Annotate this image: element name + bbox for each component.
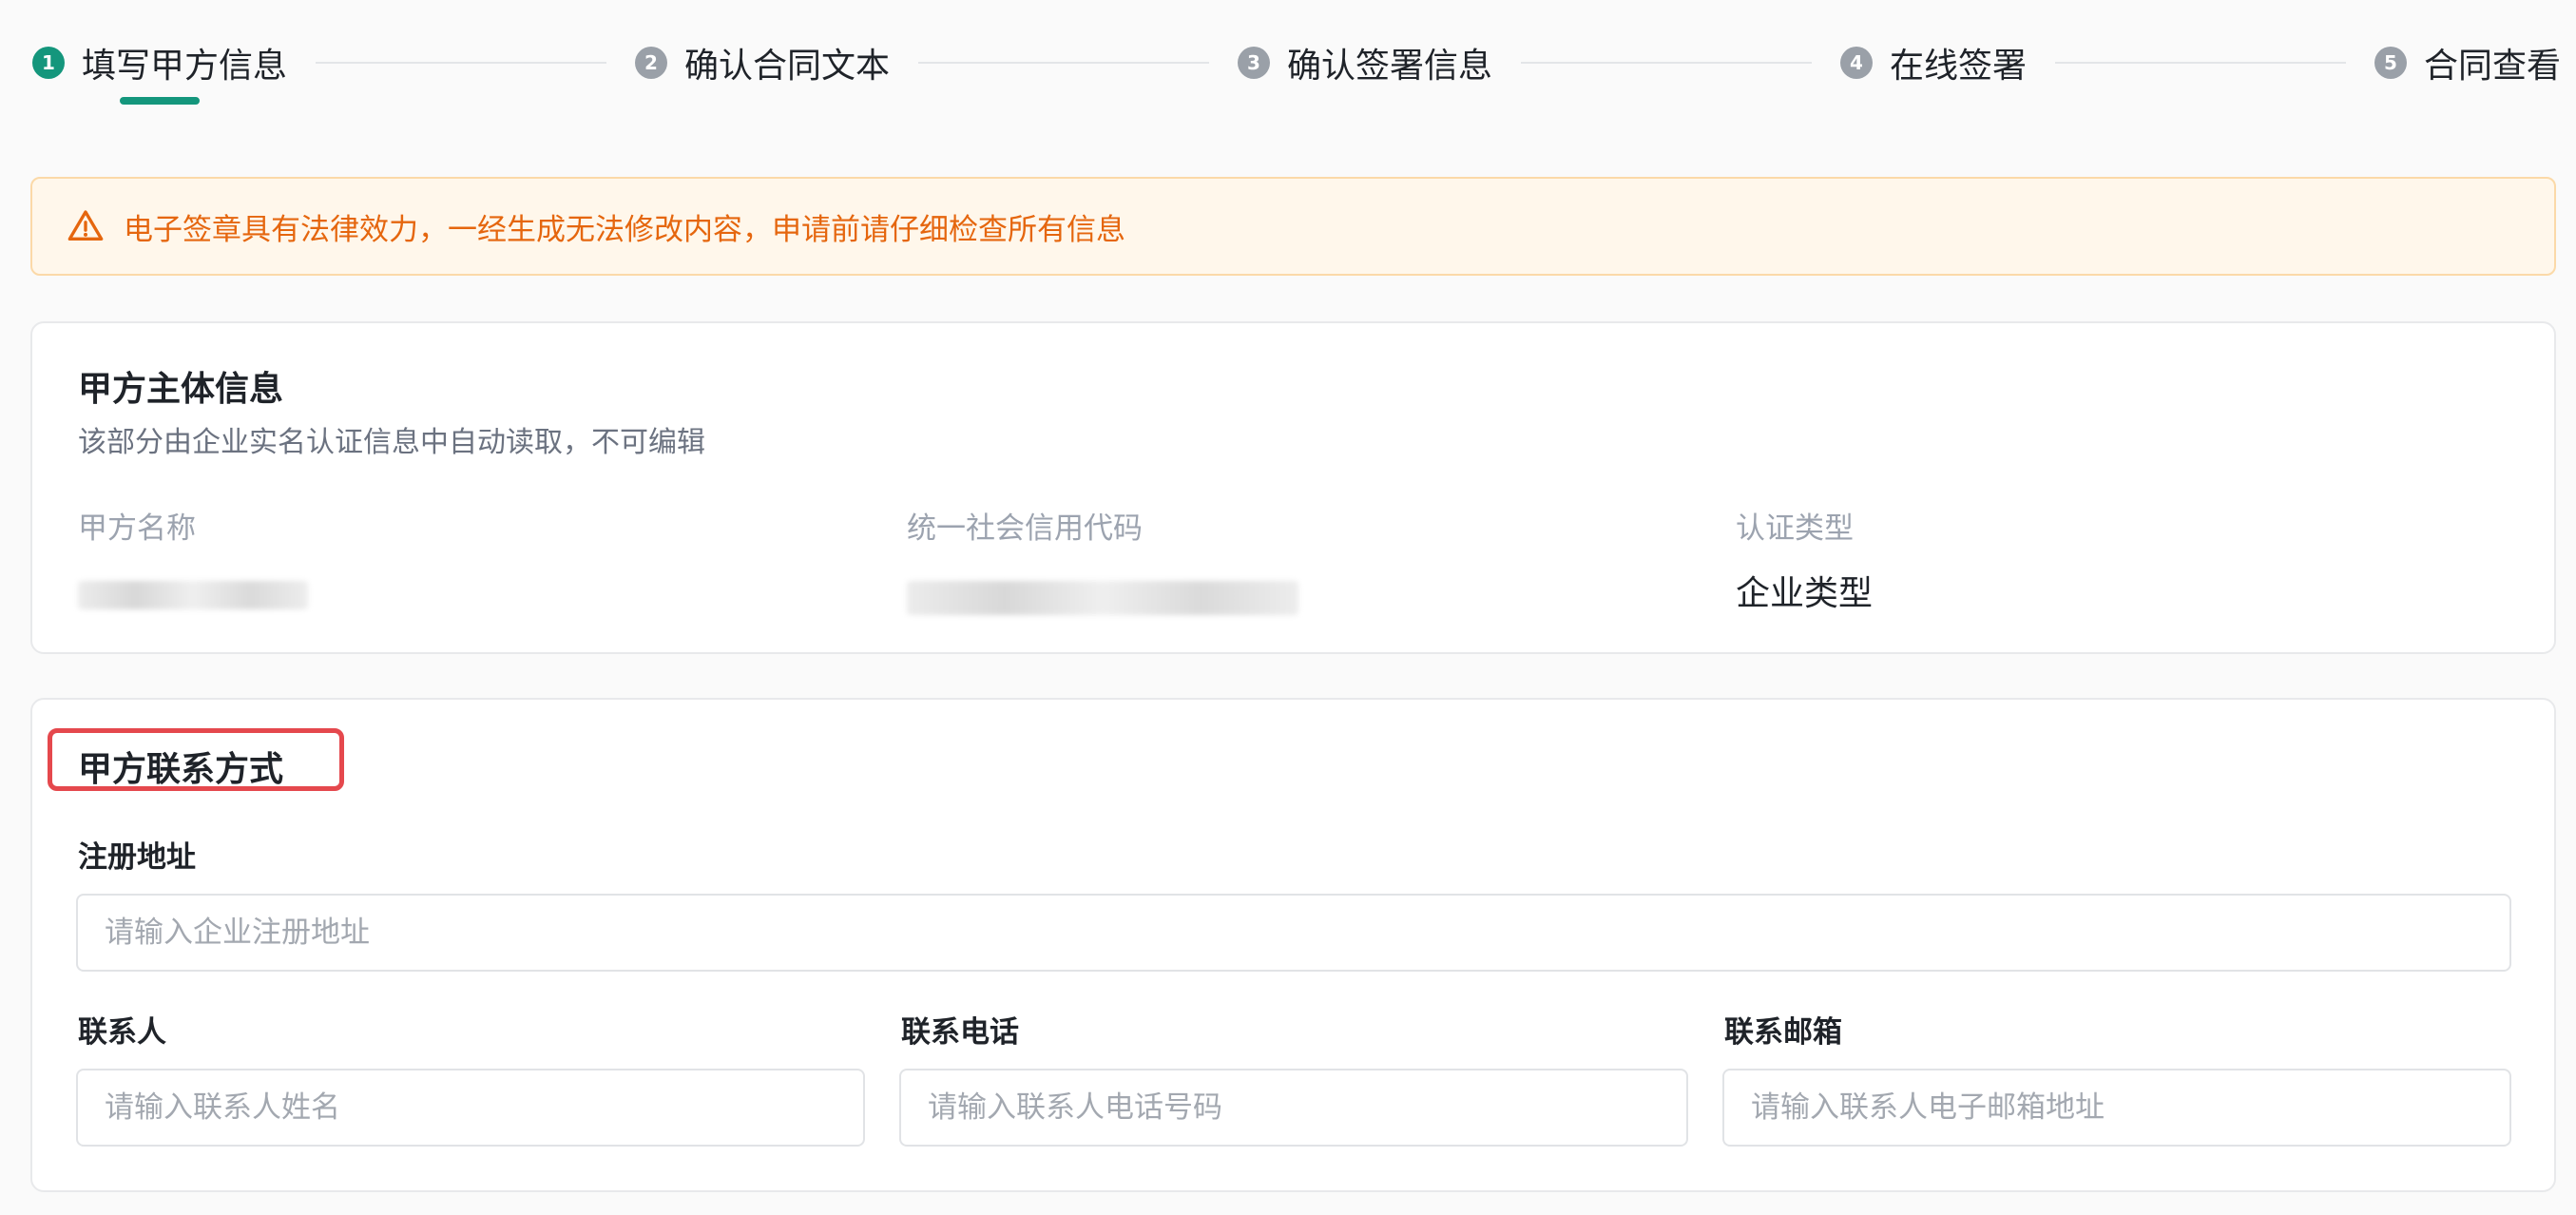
legal-warning-banner: 电子签章具有法律效力，一经生成无法修改内容，申请前请仔细检查所有信息 (30, 177, 2556, 276)
entity-card-title: 甲方主体信息 (78, 370, 284, 409)
contact-email-input[interactable] (1722, 1069, 2511, 1147)
field-cert-type: 认证类型 企业类型 (1736, 504, 2211, 613)
redacted-party-a-name (78, 581, 308, 609)
stepper: 1 填写甲方信息 2 确认合同文本 3 确认签署信息 4 在线签署 5 合同查看 (32, 34, 2561, 129)
field-party-a-name: 甲方名称 (78, 504, 458, 609)
step-connector (918, 62, 1209, 64)
step-connector (316, 62, 606, 64)
contact-person-input[interactable] (76, 1069, 865, 1147)
contact-phone-label: 联系电话 (901, 1015, 1019, 1050)
step-confirm-contract-text[interactable]: 2 确认合同文本 (635, 34, 890, 91)
step-label: 合同查看 (2424, 47, 2562, 86)
step-number: 5 (2374, 47, 2407, 79)
step-fill-party-a-info[interactable]: 1 填写甲方信息 (32, 34, 287, 105)
step-number: 1 (32, 47, 65, 79)
field-label: 认证类型 (1736, 511, 1854, 546)
step-confirm-signing-info[interactable]: 3 确认签署信息 (1238, 34, 1492, 91)
step-label: 填写甲方信息 (82, 47, 288, 86)
step-connector (2055, 62, 2346, 64)
party-a-contact-card: 甲方联系方式 注册地址 联系人 联系电话 联系邮箱 (30, 698, 2556, 1192)
step-online-signing[interactable]: 4 在线签署 (1840, 34, 2027, 91)
warning-triangle-icon (67, 210, 104, 241)
step-view-contract[interactable]: 5 合同查看 (2374, 34, 2561, 91)
cert-type-value: 企业类型 (1736, 574, 1874, 613)
step-number: 2 (635, 47, 667, 79)
warning-text: 电子签章具有法律效力，一经生成无法修改内容，申请前请仔细检查所有信息 (124, 212, 1125, 247)
redacted-credit-code (907, 581, 1298, 615)
contact-person-label: 联系人 (78, 1015, 166, 1050)
contact-phone-input[interactable] (899, 1069, 1688, 1147)
registered-address-input[interactable] (76, 894, 2511, 972)
step-label: 确认合同文本 (684, 47, 891, 86)
step-connector (1521, 62, 1812, 64)
party-a-entity-card: 甲方主体信息 该部分由企业实名认证信息中自动读取，不可编辑 甲方名称 统一社会信… (30, 321, 2556, 654)
field-label: 统一社会信用代码 (907, 511, 1143, 546)
step-number: 4 (1840, 47, 1873, 79)
contact-card-title: 甲方联系方式 (78, 750, 284, 789)
active-step-indicator (120, 97, 200, 105)
step-number: 3 (1238, 47, 1270, 79)
address-label: 注册地址 (78, 840, 196, 875)
step-label: 在线签署 (1890, 47, 2028, 86)
field-label: 甲方名称 (78, 511, 196, 546)
field-credit-code: 统一社会信用代码 (907, 504, 1382, 615)
step-label: 确认签署信息 (1287, 47, 1493, 86)
entity-card-description: 该部分由企业实名认证信息中自动读取，不可编辑 (78, 426, 705, 459)
contact-email-label: 联系邮箱 (1724, 1015, 1842, 1050)
